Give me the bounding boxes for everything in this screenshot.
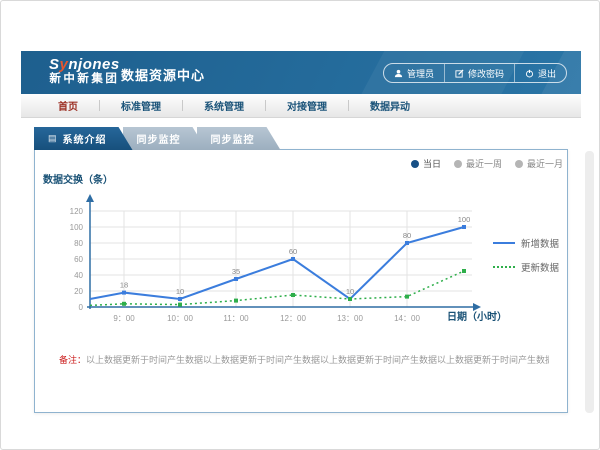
legend-new-data: 新增数据 (493, 236, 559, 250)
change-password-button[interactable]: 修改密码 (444, 64, 514, 82)
legend-label: 新增数据 (521, 236, 559, 250)
brand-subtitle: 新中新集团 (49, 73, 120, 86)
svg-text:120: 120 (70, 207, 84, 216)
svg-text:80: 80 (74, 239, 83, 248)
tab-sync-monitor-1[interactable]: 同步监控 (123, 127, 207, 150)
point-value-label: 100 (458, 215, 471, 224)
data-point (462, 225, 466, 229)
data-point (122, 291, 126, 295)
chart-legend: 新增数据 更新数据 (493, 236, 559, 274)
admin-label: 管理员 (407, 67, 434, 80)
nav-item-data-change[interactable]: 数据异动 (349, 98, 431, 113)
point-value-label: 60 (289, 247, 297, 256)
svg-text:12：00: 12：00 (280, 314, 306, 323)
svg-text:9：00: 9：00 (113, 314, 135, 323)
svg-text:100: 100 (70, 223, 84, 232)
data-point (122, 302, 126, 306)
radio-last-month[interactable]: 最近一月 (515, 157, 563, 170)
power-icon (525, 69, 534, 78)
x-axis-title: 日期（小时） (447, 308, 507, 323)
svg-text:60: 60 (74, 255, 83, 264)
nav-item-home[interactable]: 首页 (37, 98, 99, 113)
logout-label: 退出 (538, 67, 556, 80)
change-password-label: 修改密码 (468, 67, 504, 80)
svg-text:20: 20 (74, 287, 83, 296)
svg-text:13：00: 13：00 (337, 314, 363, 323)
tab-bar: ▤ 系统介绍 同步监控 同步监控 (34, 127, 281, 150)
content-panel: 0 20 40 60 80 100 120 9：00 10：00 11：00 12：00 13：00 1… (34, 149, 568, 413)
radio-label: 最近一月 (527, 157, 563, 170)
brand-name: Synjones (49, 56, 120, 73)
app-window: Synjones 新中新集团 数据资源中心 管理员 修改密码 退出 首页 标准管… (0, 0, 600, 450)
data-point (405, 241, 409, 245)
tab-label: 同步监控 (137, 131, 181, 146)
y-axis-title: 数据交换（条） (43, 171, 113, 186)
point-value-label: 35 (232, 267, 240, 276)
footnote-label: 备注： (59, 355, 86, 365)
page-title: 数据资源中心 (121, 65, 205, 84)
data-point (291, 293, 295, 297)
legend-label: 更新数据 (521, 260, 559, 274)
radio-dot (411, 160, 419, 168)
legend-updated-data: 更新数据 (493, 260, 559, 274)
series-line-1 (90, 271, 464, 305)
data-point (462, 269, 466, 273)
data-point (178, 303, 182, 307)
svg-text:10：00: 10：00 (167, 314, 193, 323)
footnote: 备注：以上数据更新于时间产生数据以上数据更新于时间产生数据以上数据更新于时间产生… (59, 353, 549, 366)
tab-label: 系统介绍 (63, 131, 107, 146)
footnote-text: 以上数据更新于时间产生数据以上数据更新于时间产生数据以上数据更新于时间产生数据以… (86, 355, 549, 365)
solid-line-swatch (493, 242, 515, 244)
svg-text:11：00: 11：00 (223, 314, 249, 323)
user-icon (394, 69, 403, 78)
nav-item-interface-mgmt[interactable]: 对接管理 (266, 98, 348, 113)
document-icon: ▤ (48, 133, 58, 144)
point-value-label: 18 (120, 281, 128, 290)
company-logo: Synjones 新中新集团 (49, 56, 120, 86)
radio-dot (515, 160, 523, 168)
admin-button[interactable]: 管理员 (384, 64, 444, 82)
data-point (405, 295, 409, 299)
svg-text:14：00: 14：00 (394, 314, 420, 323)
time-range-options: 当日 最近一周 最近一月 (411, 157, 563, 170)
logout-button[interactable]: 退出 (514, 64, 566, 82)
line-chart: 0 20 40 60 80 100 120 9：00 10：00 11：00 12：00 13：00 1… (35, 150, 569, 414)
radio-today[interactable]: 当日 (411, 157, 441, 170)
data-point (178, 297, 182, 301)
scrollbar[interactable] (585, 151, 594, 413)
point-value-label: 10 (176, 287, 184, 296)
radio-label: 当日 (423, 157, 441, 170)
radio-last-week[interactable]: 最近一周 (454, 157, 502, 170)
svg-text:0: 0 (79, 303, 84, 312)
nav-item-system-mgmt[interactable]: 系统管理 (183, 98, 265, 113)
user-actions: 管理员 修改密码 退出 (383, 63, 567, 83)
tab-label: 同步监控 (211, 131, 255, 146)
data-point (234, 277, 238, 281)
app-header: Synjones 新中新集团 数据资源中心 管理员 修改密码 退出 (21, 51, 581, 94)
point-value-label: 80 (403, 231, 411, 240)
svg-text:40: 40 (74, 271, 83, 280)
edit-icon (455, 69, 464, 78)
point-value-label: 10 (346, 287, 354, 296)
tab-sync-monitor-2[interactable]: 同步监控 (197, 127, 281, 150)
radio-dot (454, 160, 462, 168)
nav-item-standard-mgmt[interactable]: 标准管理 (100, 98, 182, 113)
dotted-line-swatch (493, 266, 515, 268)
tab-system-intro[interactable]: ▤ 系统介绍 (34, 127, 133, 150)
data-point (348, 297, 352, 301)
main-nav: 首页 标准管理 系统管理 对接管理 数据异动 (21, 94, 581, 118)
data-point (234, 299, 238, 303)
radio-label: 最近一周 (466, 157, 502, 170)
data-point (291, 257, 295, 261)
